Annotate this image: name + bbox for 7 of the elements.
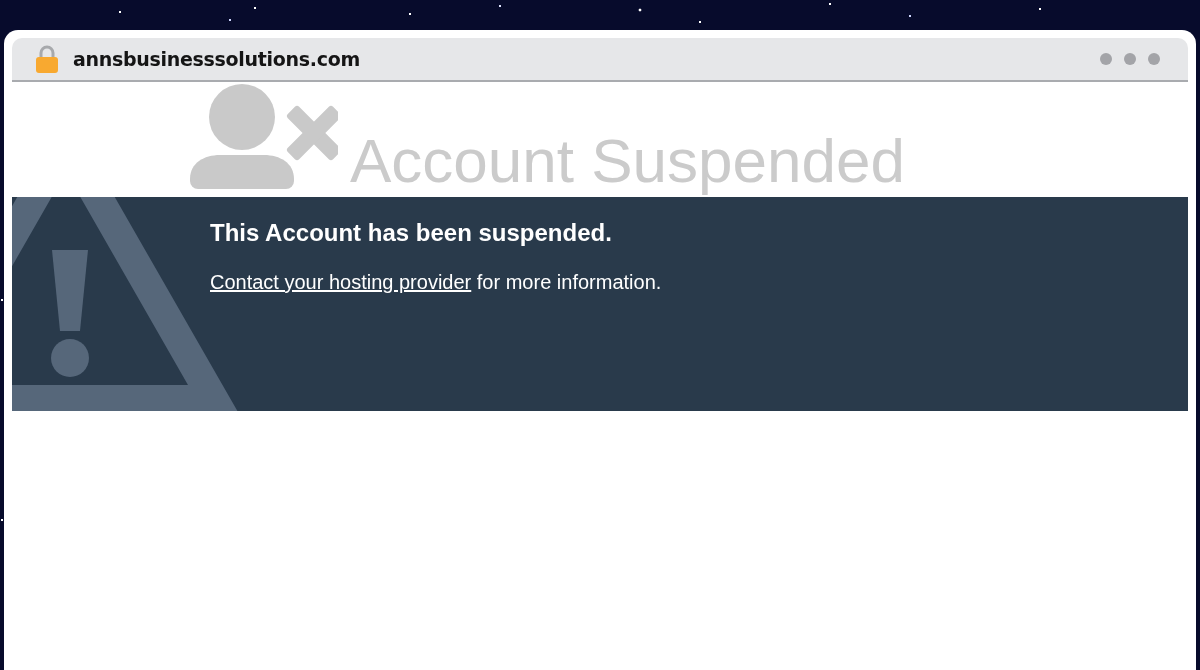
notice-text: Contact your hosting provider for more information. bbox=[210, 271, 662, 294]
three-dots-icon bbox=[1100, 53, 1160, 65]
hosting-provider-link[interactable]: Contact your hosting provider bbox=[210, 271, 472, 293]
website-url: annsbusinesssolutions.com bbox=[73, 48, 360, 70]
padlock-icon bbox=[36, 45, 58, 73]
user-remove-icon bbox=[190, 83, 338, 189]
notice-heading: This Account has been suspended. bbox=[210, 219, 612, 247]
